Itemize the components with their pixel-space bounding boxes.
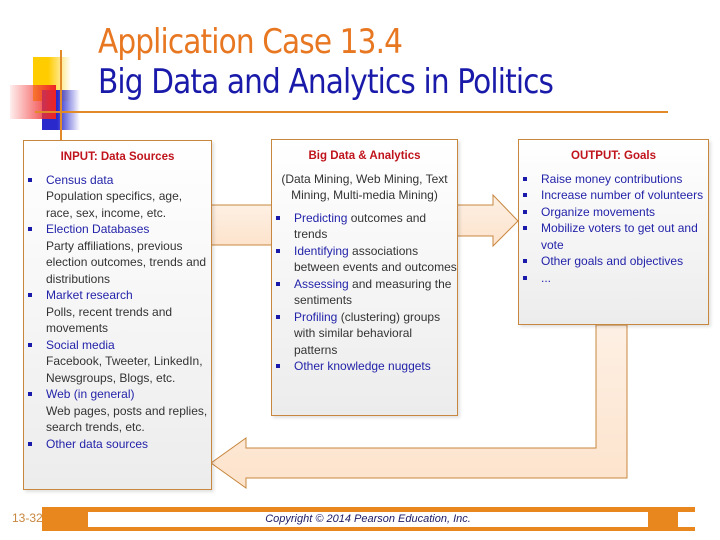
- output-item-text: Increase number of volunteers: [541, 188, 704, 202]
- page-number: 13-32: [12, 511, 43, 525]
- bullet-icon: [276, 364, 280, 368]
- output-item: Mobilize voters to get out and vote: [519, 220, 708, 253]
- output-item: Raise money contributions: [519, 171, 708, 188]
- input-item-detail: Web pages, posts and replies, search tre…: [46, 403, 208, 435]
- arrow-analytics-to-output: [456, 193, 519, 248]
- bullet-icon: [28, 227, 32, 231]
- input-item: Web (in general) Web pages, posts and rep…: [24, 386, 211, 436]
- bullet-icon: [28, 441, 32, 446]
- bullet-icon: [523, 176, 527, 181]
- input-item-label: Social media: [46, 337, 115, 352]
- analytics-item-key: Identifying: [294, 243, 349, 258]
- analytics-item-key: Assessing: [294, 276, 349, 291]
- bullet-icon: [523, 259, 527, 263]
- analytics-item-key: Predicting: [294, 210, 348, 225]
- output-goals-box: OUTPUT: Goals Raise money contributions …: [518, 139, 709, 325]
- copyright-text: Copyright © 2014 Pearson Education, Inc.: [88, 512, 648, 527]
- bullet-icon: [276, 215, 280, 220]
- bullet-icon: [523, 209, 527, 214]
- input-item: Election Databases Party affiliations, pr…: [24, 221, 211, 287]
- output-item: Organize movements: [519, 204, 708, 221]
- input-item-detail: Facebook, Tweeter, LinkedIn, Newsgroups,…: [46, 354, 203, 385]
- input-item: Market research Polls, recent trends and …: [24, 287, 211, 337]
- input-item-label: Market research: [46, 288, 133, 302]
- analytics-box-title: Big Data & Analytics: [308, 150, 421, 162]
- output-item-text: ...: [541, 270, 552, 285]
- input-item: Other data sources: [24, 436, 211, 453]
- analytics-intro: (Data Mining, Web Mining, Text Mining, M…: [281, 171, 448, 203]
- input-item-label: Web (in general): [46, 387, 135, 401]
- input-item-detail: Population specifics, age, race, sex, in…: [46, 189, 183, 220]
- output-item-text: Organize movements: [541, 204, 656, 219]
- big-data-analytics-box: Big Data & Analytics (Data Mining, Web M…: [271, 139, 458, 416]
- input-list: Census data Population specifics, age, ra…: [24, 172, 211, 453]
- output-item: ...: [519, 270, 708, 287]
- footer-accent: [678, 512, 695, 527]
- input-item-detail: Polls, recent trends and movements: [46, 304, 173, 336]
- input-item-label: Census data: [46, 172, 114, 187]
- input-item-detail: Party affiliations, previous election ou…: [46, 238, 207, 286]
- analytics-item-key: Other knowledge nuggets: [294, 359, 431, 373]
- analytics-item: Predicting outcomes and trends: [272, 210, 457, 243]
- output-item: Increase number of volunteers: [519, 187, 708, 204]
- bullet-icon: [523, 226, 527, 230]
- output-list: Raise money contributions Increase numbe…: [519, 171, 708, 287]
- input-item: Social media Facebook, Tweeter, LinkedIn,…: [24, 337, 211, 387]
- output-item: Other goals and objectives: [519, 253, 708, 270]
- bullet-icon: [28, 392, 32, 396]
- input-item: Census data Population specifics, age, ra…: [24, 172, 211, 222]
- bullet-icon: [523, 275, 527, 280]
- analytics-item: Other knowledge nuggets: [272, 358, 457, 375]
- output-item-text: Mobilize voters to get out and vote: [541, 221, 698, 252]
- input-item-label: Other data sources: [46, 436, 149, 451]
- analytics-item-key: Profiling: [294, 309, 338, 324]
- output-item-text: Other goals and objectives: [541, 254, 684, 268]
- bullet-icon: [523, 193, 527, 197]
- output-item-text: Raise money contributions: [541, 171, 683, 186]
- bullet-icon: [28, 342, 32, 347]
- input-data-sources-box: INPUT: Data Sources Census data Populatio…: [23, 140, 212, 490]
- analytics-item: Identifying associations between events …: [272, 243, 457, 276]
- bullet-icon: [276, 314, 280, 319]
- output-box-title: OUTPUT: Goals: [571, 150, 656, 162]
- bullet-icon: [276, 281, 280, 286]
- input-box-title: INPUT: Data Sources: [60, 151, 175, 163]
- arrow-input-to-analytics: [210, 204, 273, 246]
- analytics-item: Assessing and measuring the sentiments: [272, 276, 457, 309]
- bullet-icon: [276, 248, 280, 253]
- analytics-item: Profiling (clustering) groups with simil…: [272, 309, 457, 359]
- bullet-icon: [28, 177, 32, 182]
- bullet-icon: [28, 293, 32, 297]
- analytics-list: Predicting outcomes and trends Identifyi…: [272, 210, 457, 375]
- input-item-label: Election Databases: [46, 222, 150, 236]
